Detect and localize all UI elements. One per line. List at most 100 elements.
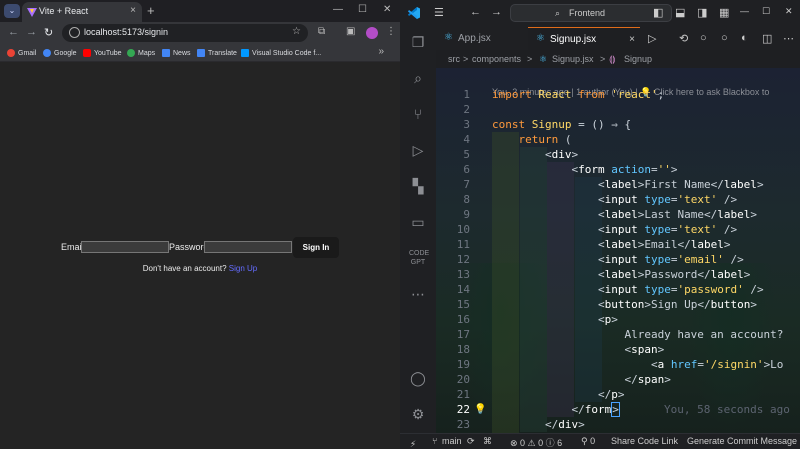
code-line[interactable]: 4 return (: [436, 132, 800, 147]
code-line[interactable]: 8 <input type='text' />: [436, 192, 800, 207]
maximize-button[interactable]: ☐: [762, 6, 770, 17]
code-line[interactable]: 2: [436, 102, 800, 117]
split-editor-icon[interactable]: ◫: [762, 32, 772, 45]
code-line[interactable]: 16 <p>: [436, 312, 800, 327]
extensions-icon[interactable]: ▚: [409, 177, 427, 195]
settings-gear-icon[interactable]: ⚙: [409, 405, 427, 423]
bookmark-google[interactable]: Google: [43, 47, 77, 59]
tab-close-icon[interactable]: ×: [130, 5, 136, 16]
site-info-icon[interactable]: [69, 27, 80, 38]
code-line[interactable]: 17 Already have an account?: [436, 327, 800, 342]
tab-app-jsx[interactable]: ⚛ App.jsx: [436, 27, 526, 50]
lightbulb-icon[interactable]: 💡: [474, 402, 486, 417]
go-forward-icon[interactable]: →: [491, 6, 502, 18]
problems-indicator[interactable]: ⊗ 0 ⚠ 0 ⓘ 6: [510, 436, 562, 449]
minimize-button[interactable]: —: [740, 6, 749, 16]
toggle-panel-icon[interactable]: ⬓: [675, 6, 685, 19]
code-line[interactable]: 23 </div>: [436, 417, 800, 432]
code-line[interactable]: 11 <label>Email</label>: [436, 237, 800, 252]
run-file-icon[interactable]: ▷: [648, 32, 656, 45]
back-icon[interactable]: ←: [8, 26, 19, 38]
code-line[interactable]: 10 <input type='text' />: [436, 222, 800, 237]
open-changes-icon[interactable]: ⟲: [679, 32, 688, 45]
bookmark-translate[interactable]: Translate: [197, 47, 237, 59]
profile-avatar[interactable]: [366, 27, 378, 39]
remote-indicator-icon[interactable]: ⚡: [400, 436, 426, 449]
bookmark-youtube[interactable]: YouTube: [83, 47, 122, 59]
accounts-icon[interactable]: ◯: [409, 369, 427, 387]
sync-icon[interactable]: ⟳: [467, 436, 475, 447]
more-views-icon[interactable]: ⋯: [409, 285, 427, 303]
bookmark-gmail[interactable]: Gmail: [7, 47, 36, 59]
new-tab-button[interactable]: +: [147, 3, 155, 18]
code-line[interactable]: 1 import React from 'react';: [436, 87, 800, 102]
address-bar[interactable]: localhost:5173/signin ☆: [62, 24, 308, 42]
code-editor[interactable]: You, 2 minutes ago | 1 author (You) | 💡 …: [436, 68, 800, 433]
code-line[interactable]: 12 <input type='email' />: [436, 252, 800, 267]
ports-indicator[interactable]: ⚲ 0: [581, 436, 595, 447]
breadcrumb-src[interactable]: src: [448, 54, 460, 64]
side-panel-icon[interactable]: ▣: [346, 26, 355, 37]
explorer-icon[interactable]: ❐: [409, 33, 427, 51]
code-line[interactable]: 3 const Signup = () ⇒ {: [436, 117, 800, 132]
code-line[interactable]: 14 <input type='password' />: [436, 282, 800, 297]
url-text[interactable]: localhost:5173/signin: [84, 27, 168, 37]
git-branch[interactable]: main: [442, 436, 462, 446]
customize-layout-icon[interactable]: ▦: [719, 6, 729, 19]
toggle-blame-icon[interactable]: ◐: [741, 32, 748, 44]
bookmarks-overflow-icon[interactable]: »: [378, 46, 384, 57]
breadcrumb-components[interactable]: components: [472, 54, 521, 64]
code-line[interactable]: 15 <button>Sign Up</button>: [436, 297, 800, 312]
code-line[interactable]: 20 </span>: [436, 372, 800, 387]
git-blame-header[interactable]: You, 2 minutes ago | 1 author (You) | 💡 …: [436, 70, 800, 97]
tab-signup-jsx[interactable]: ⚛ Signup.jsx ×: [528, 27, 640, 50]
code-line[interactable]: 18 <span>: [436, 342, 800, 357]
toggle-primary-sidebar-icon[interactable]: ◧: [653, 6, 663, 19]
run-debug-icon[interactable]: ▷: [409, 141, 427, 159]
breadcrumb-file[interactable]: Signup.jsx: [552, 54, 594, 64]
code-line[interactable]: 9 <label>Last Name</label>: [436, 207, 800, 222]
code-text: <label>Last Name</label>: [492, 208, 757, 221]
code-line[interactable]: 19 <a href='/signin'>Lo: [436, 357, 800, 372]
close-window-button[interactable]: ✕: [785, 6, 793, 17]
code-line[interactable]: 13 <label>Password</label>: [436, 267, 800, 282]
password-input[interactable]: [204, 241, 292, 253]
chrome-menu-icon[interactable]: ⋮: [386, 26, 396, 37]
reload-icon[interactable]: ↻: [44, 26, 53, 39]
close-window-button[interactable]: ✕: [383, 4, 391, 15]
code-line[interactable]: 7 <label>First Name</label>: [436, 177, 800, 192]
share-code-link[interactable]: Share Code Link: [611, 436, 678, 446]
signup-link[interactable]: Sign Up: [229, 264, 257, 273]
bookmark-star-icon[interactable]: ☆: [292, 26, 301, 37]
code-line[interactable]: 6 <form action=''>: [436, 162, 800, 177]
generate-commit-message[interactable]: Generate Commit Message: [687, 436, 797, 446]
bookmark-vscode[interactable]: Visual Studio Code f...: [241, 47, 321, 59]
forward-icon[interactable]: →: [26, 26, 37, 38]
code-line[interactable]: 21 </p>: [436, 387, 800, 402]
code-line[interactable]: 22 💡 You, 58 seconds ago </form>: [436, 402, 800, 417]
toggle-secondary-sidebar-icon[interactable]: ◨: [697, 6, 707, 19]
email-input[interactable]: [81, 241, 169, 253]
extensions-icon[interactable]: ⧉: [318, 26, 325, 37]
minimize-button[interactable]: —: [333, 4, 343, 15]
breadcrumb-symbol[interactable]: Signup: [624, 54, 652, 64]
hamburger-menu-icon[interactable]: ☰: [434, 6, 444, 19]
code-line[interactable]: 5 <div>: [436, 147, 800, 162]
browser-tab[interactable]: Vite + React ×: [22, 2, 142, 22]
next-change-icon[interactable]: ○: [721, 32, 728, 44]
source-control-icon[interactable]: ⑂: [409, 105, 427, 123]
command-center[interactable]: ⌕ Frontend: [510, 4, 672, 22]
go-back-icon[interactable]: ←: [470, 6, 481, 18]
bookmark-news[interactable]: News: [162, 47, 191, 59]
codegpt-icon[interactable]: CODE GPT: [409, 249, 429, 267]
editor-more-icon[interactable]: ⋯: [783, 32, 794, 45]
maximize-button[interactable]: ☐: [358, 4, 367, 15]
search-view-icon[interactable]: ⌕: [409, 69, 427, 87]
tab-close-icon[interactable]: ×: [629, 28, 635, 51]
previous-change-icon[interactable]: ○: [700, 32, 707, 44]
signin-button[interactable]: Sign In: [293, 237, 339, 258]
scm-graph-icon[interactable]: ⌘: [483, 436, 492, 447]
remote-explorer-icon[interactable]: ▭: [409, 213, 427, 231]
bookmark-maps[interactable]: Maps: [127, 47, 155, 59]
tab-search-button[interactable]: ⌄: [4, 4, 20, 18]
